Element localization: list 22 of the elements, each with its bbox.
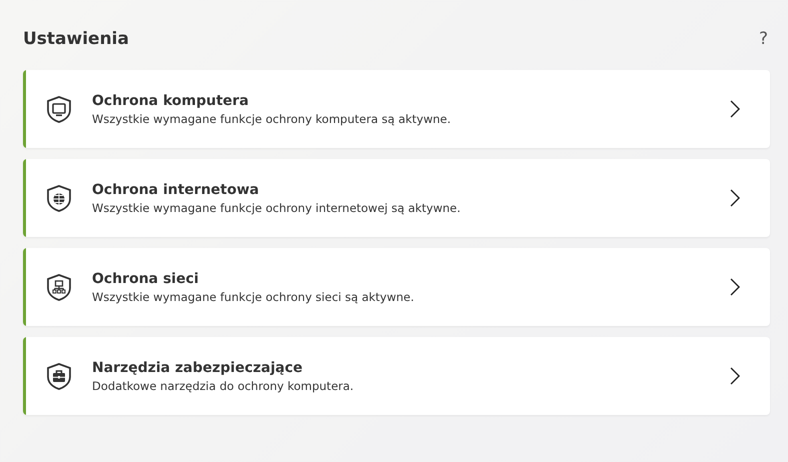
card-description: Dodatkowe narzędzia do ochrony komputera. <box>92 378 355 392</box>
settings-card[interactable]: Ochrona komputera Wszystkie wymagane funkcje ochrony komputera są aktywne. <box>23 70 770 148</box>
network-shield-icon <box>45 272 73 302</box>
help-button[interactable]: ? <box>756 29 770 49</box>
chevron-right-icon <box>730 367 740 385</box>
chevron-right-icon <box>730 278 740 296</box>
settings-card[interactable]: Ochrona sieci Wszystkie wymagane funkcje ochrony sieci są aktywne. <box>23 248 770 326</box>
page-title: Ustawienia <box>23 29 129 49</box>
card-title: Narzędzia zabezpieczające <box>92 360 304 376</box>
settings-card[interactable]: Ochrona internetowa Wszystkie wymagane funkcje ochrony internetowej są aktywne. <box>23 159 770 237</box>
chevron-right-icon <box>730 100 740 118</box>
globe-shield-icon <box>45 184 73 212</box>
card-title: Ochrona komputera <box>92 92 250 108</box>
card-description: Wszystkie wymagane funkcje ochrony komputera są aktywne. <box>92 112 452 126</box>
card-description: Wszystkie wymagane funkcje ochrony internetowej są aktywne. <box>92 200 462 214</box>
settings-card[interactable]: Narzędzia zabezpieczające Dodatkowe narzędzia do ochrony komputera. <box>23 337 770 415</box>
card-title: Ochrona sieci <box>92 270 200 286</box>
toolbox-shield-icon <box>45 362 73 390</box>
card-title: Ochrona internetowa <box>92 182 260 198</box>
card-description: Wszystkie wymagane funkcje ochrony sieci są aktywne. <box>92 290 416 304</box>
monitor-shield-icon <box>45 94 73 124</box>
chevron-right-icon <box>730 189 740 207</box>
